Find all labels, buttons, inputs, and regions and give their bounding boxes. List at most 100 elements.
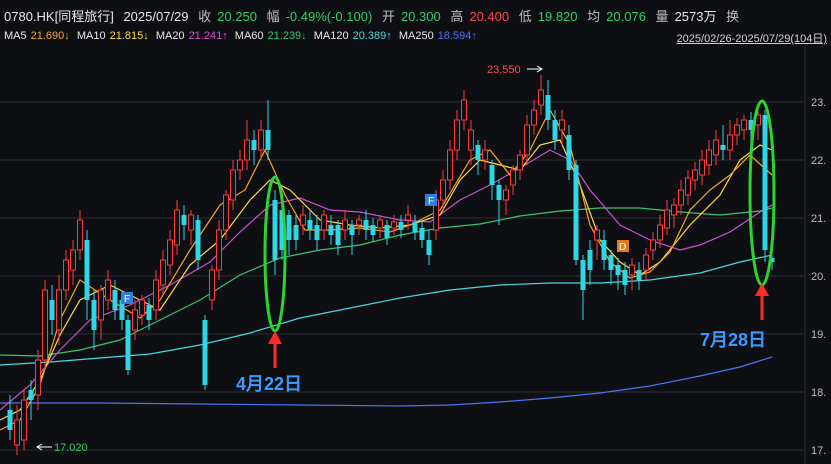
candle-body bbox=[762, 115, 768, 250]
candle-body bbox=[727, 134, 733, 151]
candle-body bbox=[454, 119, 460, 151]
candle-body bbox=[7, 410, 13, 430]
candle-body bbox=[237, 159, 243, 171]
candle-body bbox=[195, 220, 201, 260]
candle-body bbox=[685, 177, 691, 196]
candle-body bbox=[21, 399, 27, 441]
candle-body bbox=[657, 224, 663, 241]
candle-body bbox=[412, 222, 418, 232]
candle-body bbox=[77, 219, 83, 251]
candle-body bbox=[496, 185, 502, 200]
candle-body bbox=[181, 215, 187, 225]
candle-body bbox=[615, 265, 621, 275]
candle-body bbox=[363, 220, 369, 230]
marker-f[interactable]: F bbox=[121, 292, 133, 305]
candle-body bbox=[230, 169, 236, 201]
marker-d-text: D bbox=[619, 242, 626, 253]
left-date-annotation: 4月22日 bbox=[236, 374, 303, 394]
candle-body bbox=[167, 239, 173, 266]
candle-body bbox=[314, 225, 320, 240]
candle-body bbox=[524, 124, 530, 156]
candle-body bbox=[139, 299, 145, 316]
candle-body bbox=[244, 139, 250, 161]
marker-f2[interactable]: F bbox=[425, 194, 437, 207]
candle-body bbox=[391, 221, 397, 229]
candle-body bbox=[223, 194, 229, 231]
candle-body bbox=[384, 225, 390, 238]
candle-body bbox=[664, 209, 670, 229]
marker-d[interactable]: D bbox=[617, 240, 629, 253]
right-date-annotation: 7月28日 bbox=[700, 330, 767, 350]
candle-body bbox=[342, 219, 348, 231]
candle-body bbox=[35, 359, 41, 396]
kline-chart[interactable]: 23. 22. 21. 20. 19. 18. 17. F F D 23.550… bbox=[0, 0, 831, 464]
candle-body bbox=[265, 130, 271, 150]
candle-body bbox=[300, 214, 306, 226]
candle-body bbox=[601, 240, 607, 260]
candle-body bbox=[132, 309, 138, 331]
candle-body bbox=[146, 305, 152, 320]
candle-body bbox=[552, 120, 558, 140]
candle-body bbox=[42, 289, 48, 361]
marker-f-text: F bbox=[124, 294, 130, 305]
max-price-label: 23.550 bbox=[487, 64, 521, 76]
candle-body bbox=[56, 289, 62, 331]
candle-body bbox=[538, 89, 544, 106]
candle-body bbox=[405, 214, 411, 221]
candle-body bbox=[28, 390, 34, 400]
candle-body bbox=[461, 99, 467, 121]
candle-body bbox=[153, 279, 159, 311]
candle-body bbox=[125, 320, 131, 370]
candle-body bbox=[678, 189, 684, 206]
candle-body bbox=[629, 264, 635, 276]
candle-body bbox=[328, 225, 334, 235]
candle-body bbox=[293, 225, 299, 240]
candle-body bbox=[734, 124, 740, 136]
y-tick: 18. bbox=[811, 387, 826, 399]
candle-body bbox=[692, 169, 698, 181]
candle-body bbox=[419, 228, 425, 240]
candle-body bbox=[468, 129, 474, 151]
candle-body bbox=[377, 219, 383, 229]
candle-body bbox=[98, 289, 104, 321]
candle-body bbox=[160, 259, 166, 286]
candle-body bbox=[531, 109, 537, 126]
candle-body bbox=[587, 250, 593, 270]
candle-body bbox=[594, 229, 600, 241]
candle-body bbox=[440, 179, 446, 201]
candle-body bbox=[580, 260, 586, 290]
candle-body bbox=[174, 209, 180, 246]
candle-body bbox=[272, 200, 278, 260]
candle-body bbox=[91, 300, 97, 330]
candle-body bbox=[713, 139, 719, 156]
candle-body bbox=[70, 249, 76, 271]
candle-body bbox=[370, 225, 376, 235]
y-axis: 23. 22. 21. 20. 19. 18. 17. bbox=[811, 97, 826, 457]
candle-body bbox=[398, 222, 404, 230]
candle-body bbox=[699, 159, 705, 176]
candle-body bbox=[63, 259, 69, 291]
candle-body bbox=[321, 214, 327, 231]
candle-body bbox=[671, 204, 677, 216]
candle-body bbox=[622, 270, 628, 285]
candle-body bbox=[447, 149, 453, 181]
candle-body bbox=[510, 169, 516, 186]
candle-body bbox=[503, 189, 509, 201]
candle-body bbox=[216, 229, 222, 271]
candle-body bbox=[209, 269, 215, 301]
y-tick: 21. bbox=[811, 213, 826, 225]
y-tick: 23. bbox=[811, 97, 826, 109]
candle-body bbox=[286, 215, 292, 240]
marker-f2-text: F bbox=[428, 196, 434, 207]
candle-body bbox=[188, 214, 194, 231]
candle-body bbox=[566, 135, 572, 170]
y-tick: 22. bbox=[811, 155, 826, 167]
candle-body bbox=[608, 255, 614, 270]
y-tick: 19. bbox=[811, 329, 826, 341]
candle-body bbox=[251, 140, 257, 150]
plot-area bbox=[0, 46, 805, 464]
candle-body bbox=[426, 240, 432, 255]
candle-body bbox=[573, 165, 579, 260]
y-tick: 17. bbox=[811, 445, 826, 457]
candle-body bbox=[545, 95, 551, 120]
